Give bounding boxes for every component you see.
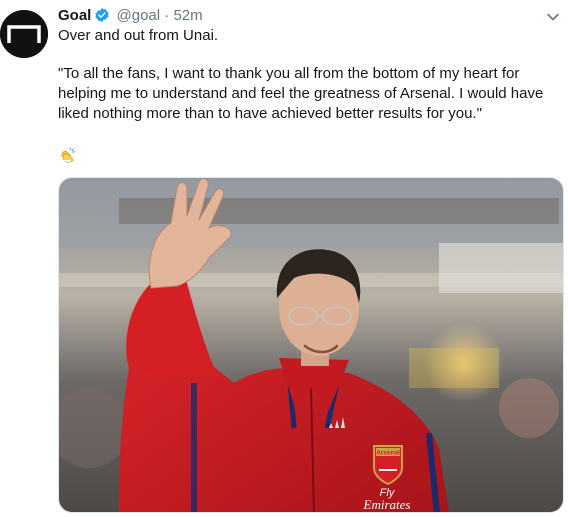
tweet-header: Goal @goal · 52m (58, 6, 568, 26)
author-handle[interactable]: @goal (117, 7, 161, 24)
tweet-photo[interactable]: Arsenal Fly Emirates (58, 177, 564, 513)
goal-logo-icon (0, 10, 48, 58)
tweet-text: Over and out from Unai. "To all the fans… (58, 26, 558, 124)
tweet-line: Over and out from Unai. (58, 27, 219, 44)
avatar[interactable] (0, 10, 48, 58)
sponsor-line2: Emirates (363, 497, 411, 512)
chevron-down-icon[interactable] (546, 10, 560, 24)
verified-badge-icon (95, 8, 109, 22)
tweet[interactable]: Goal @goal · 52m Over and out from Unai.… (0, 0, 568, 517)
timestamp[interactable]: 52m (173, 7, 202, 24)
tweet-quote: "To all the fans, I want to thank you al… (58, 65, 544, 122)
crest-text: Arsenal (376, 450, 400, 457)
clapping-hands-emoji (61, 147, 75, 163)
author-name[interactable]: Goal (58, 7, 91, 24)
separator-dot: · (164, 7, 170, 24)
